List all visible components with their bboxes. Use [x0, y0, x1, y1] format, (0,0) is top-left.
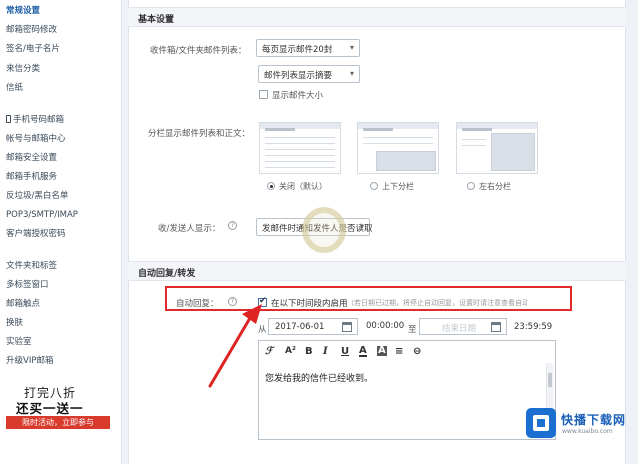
preview-line — [462, 139, 486, 140]
help-icon: ? — [228, 221, 237, 230]
calendar-icon[interactable] — [491, 322, 501, 332]
preview-line — [265, 155, 335, 156]
sidebar-item-account-center[interactable]: 帐号与邮箱中心 — [6, 132, 66, 146]
promo-line-2: 还买一送一 — [16, 401, 84, 416]
layout-option-label: 上下分栏 — [382, 182, 414, 191]
chevron-down-icon: ▾ — [349, 69, 354, 78]
site-watermark-logo: 快播下载网 www.kuaibo.com — [526, 406, 630, 442]
highlight-icon[interactable]: A — [377, 346, 387, 356]
layout-option-label: 关闭（默认） — [279, 182, 327, 191]
sidebar-item-skin[interactable]: 换肤 — [6, 316, 23, 330]
layout-radio-off[interactable] — [267, 182, 275, 190]
scrollbar-thumb[interactable] — [548, 373, 552, 387]
sidebar-item-antispam[interactable]: 反垃圾/黑白名单 — [6, 189, 68, 203]
preview-line — [265, 143, 335, 144]
sidebar-item-security[interactable]: 邮箱安全设置 — [6, 151, 57, 165]
start-date-value: 2017-06-01 — [275, 322, 325, 332]
show-size-checkbox[interactable] — [259, 90, 268, 99]
end-date-placeholder: 结束日期 — [442, 324, 477, 334]
preview-line — [265, 149, 335, 150]
font-color-icon[interactable]: A — [359, 346, 367, 357]
preview-line — [265, 137, 335, 138]
underline-icon[interactable]: U — [341, 346, 349, 357]
select-value: 每页显示邮件20封 — [262, 45, 333, 55]
link-icon[interactable]: ⊖ — [413, 346, 421, 357]
chevron-down-icon: ▾ — [349, 43, 354, 52]
show-size-label: 显示邮件大小 — [272, 91, 324, 101]
start-date-field[interactable]: 2017-06-01 — [268, 318, 358, 335]
sidebar-item-vip[interactable]: 升级VIP邮箱 — [6, 354, 53, 368]
sidebar-item-touchpoints[interactable]: 邮箱触点 — [6, 297, 40, 311]
section-title: 自动回复/转发 — [138, 269, 196, 279]
sidebar-item-mobile-service[interactable]: 邮箱手机服务 — [6, 170, 57, 184]
layout-option-label: 左右分栏 — [479, 182, 511, 191]
preview-line — [265, 161, 335, 162]
preview-line — [265, 167, 335, 168]
preview-caption — [265, 128, 295, 131]
font-icon[interactable]: ℱ — [265, 346, 273, 357]
logo-icon — [526, 408, 556, 438]
bold-icon[interactable]: B — [305, 346, 313, 357]
layout-radio-vertical[interactable] — [370, 182, 378, 190]
sidebar-item-client-password[interactable]: 客户端授权密码 — [6, 227, 66, 241]
sidebar-item-filters[interactable]: 来信分类 — [6, 62, 40, 76]
preview-line — [462, 145, 486, 146]
italic-icon[interactable]: I — [323, 346, 328, 357]
receipt-label: 收/发送人显示： — [158, 224, 221, 234]
preview-caption — [462, 128, 492, 131]
sidebar-item-lab[interactable]: 实验室 — [6, 335, 32, 349]
phone-icon — [6, 115, 11, 123]
sidebar-item-signature[interactable]: 签名/电子名片 — [6, 42, 60, 56]
list-setting-label: 收件箱/文件夹邮件列表： — [150, 46, 247, 56]
font-size-icon[interactable]: A² — [285, 346, 296, 356]
click-indicator — [302, 207, 346, 253]
list-mode-select[interactable]: 邮件列表显示摘要 ▾ — [258, 65, 360, 83]
preview-line — [363, 137, 433, 138]
sidebar-item-multitab[interactable]: 多标签窗口 — [6, 278, 49, 292]
layout-preview-vertical[interactable] — [357, 122, 439, 174]
layout-radio-horizontal[interactable] — [467, 182, 475, 190]
chevron-down-icon: ▾ — [359, 222, 364, 231]
to-label: 至 — [408, 325, 417, 335]
promo-cta-button[interactable]: 限时活动，立即参与 — [6, 416, 110, 429]
sidebar-item-label: 手机号码邮箱 — [13, 115, 65, 125]
end-date-field[interactable]: 结束日期 — [419, 318, 507, 335]
start-time-value: 00:00:00 — [366, 321, 405, 331]
start-time-field[interactable]: 00:00:00 — [363, 318, 411, 335]
sidebar-item-password[interactable]: 邮箱密码修改 — [6, 23, 57, 37]
layout-preview-horizontal[interactable] — [456, 122, 538, 174]
select-value: 邮件列表显示摘要 — [264, 71, 333, 81]
promo-banner[interactable]: 打完八折 还买一送一 限时活动，立即参与 — [6, 382, 110, 430]
layout-preview-off[interactable] — [259, 122, 341, 174]
logo-title: 快播下载网 — [561, 413, 627, 427]
preview-caption — [363, 128, 393, 131]
logo-subtitle: www.kuaibo.com — [562, 428, 613, 435]
sidebar-item-mobile-mail[interactable]: 手机号码邮箱 — [6, 113, 64, 127]
basic-settings-header: 基本设置 — [128, 7, 626, 27]
autoreply-editor[interactable]: ℱ A² B I U A A ≡ ⊖ 您发给我的信件已经收到。 — [258, 340, 556, 440]
autoreply-message[interactable]: 您发给我的信件已经收到。 — [265, 371, 373, 384]
sidebar-item-general[interactable]: 常规设置 — [6, 4, 40, 18]
preview-reading-pane — [376, 151, 436, 171]
align-icon[interactable]: ≡ — [395, 346, 403, 357]
sidebar-item-pop3[interactable]: POP3/SMTP/IMAP — [6, 208, 78, 222]
from-label: 从 — [258, 325, 267, 335]
end-time-value: 23:59:59 — [514, 322, 553, 332]
autoreply-header: 自动回复/转发 — [128, 261, 626, 281]
preview-reading-pane — [491, 133, 535, 171]
section-title: 基本设置 — [138, 15, 175, 25]
preview-line — [363, 143, 433, 144]
settings-sidebar: 常规设置 邮箱密码修改 签名/电子名片 来信分类 信纸 手机号码邮箱 帐号与邮箱… — [0, 0, 122, 464]
sidebar-item-stationery[interactable]: 信纸 — [6, 81, 23, 95]
sidebar-item-folders[interactable]: 文件夹和标签 — [6, 259, 57, 273]
layout-label: 分栏显示邮件列表和正文： — [148, 129, 251, 139]
per-page-select[interactable]: 每页显示邮件20封 ▾ — [256, 39, 360, 57]
calendar-icon[interactable] — [342, 322, 352, 332]
